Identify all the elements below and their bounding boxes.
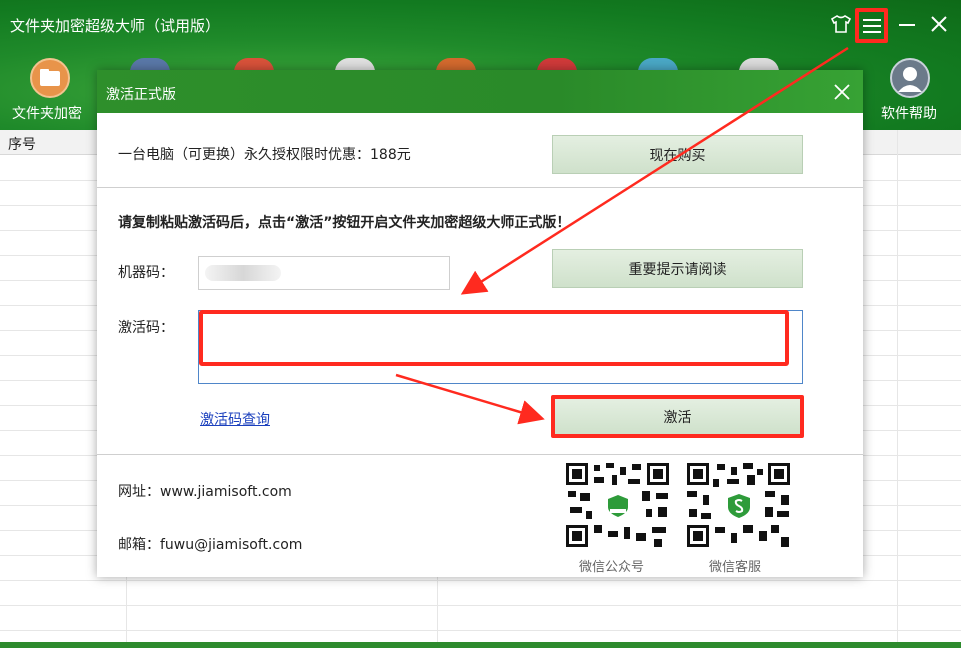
instruction-text: 请复制粘贴激活码后，点击“激活”按钮开启文件夹加密超级大师正式版！ — [118, 215, 571, 231]
machine-code-label: 机器码： — [118, 265, 174, 281]
dialog-title: 激活正式版 — [106, 87, 176, 103]
minimize-icon[interactable] — [892, 9, 922, 39]
close-icon[interactable] — [924, 9, 954, 39]
user-help-icon[interactable] — [890, 58, 930, 98]
activation-dialog: 激活正式版 一台电脑（可更换）永久授权限时优惠：188元 现在购买 请复制粘贴激… — [97, 70, 863, 577]
menu-icon[interactable] — [855, 8, 888, 43]
toolbar-label-help[interactable]: 软件帮助 — [881, 103, 937, 123]
activate-button[interactable]: 激活 — [551, 395, 804, 438]
divider — [97, 454, 863, 455]
table-row-line — [0, 580, 961, 581]
important-notice-button[interactable]: 重要提示请阅读 — [552, 249, 803, 288]
dialog-header: 激活正式版 — [97, 70, 863, 113]
wechat-service-qr-icon — [685, 461, 792, 549]
dialog-close-icon[interactable] — [830, 80, 854, 104]
column-header-seq[interactable]: 序号 — [8, 134, 36, 154]
qr-code-panel: 微信公众号 微信客服 — [554, 458, 804, 577]
qr-left-caption: 微信公众号 — [579, 560, 645, 575]
activation-code-label: 激活码： — [118, 320, 174, 336]
divider — [97, 187, 863, 188]
email-text: 邮箱：fuwu@jiamisoft.com — [118, 537, 303, 553]
wechat-official-qr-icon — [564, 461, 671, 549]
shirt-icon[interactable] — [826, 9, 856, 39]
table-row-line — [0, 630, 961, 631]
activation-code-highlight — [199, 310, 789, 366]
folder-encrypt-icon[interactable] — [30, 58, 70, 98]
status-bar — [0, 642, 961, 648]
table-column-divider — [897, 130, 898, 648]
app-title: 文件夹加密超级大师（试用版） — [10, 17, 221, 35]
license-price-text: 一台电脑（可更换）永久授权限时优惠：188元 — [118, 147, 411, 163]
table-row-line — [0, 605, 961, 606]
activation-code-query-link[interactable]: 激活码查询 — [200, 409, 270, 429]
toolbar-label-folder-encrypt[interactable]: 文件夹加密 — [12, 103, 82, 123]
machine-code-field[interactable] — [198, 256, 450, 290]
blurred-machine-code — [205, 265, 281, 281]
website-text: 网址：www.jiamisoft.com — [118, 484, 292, 500]
qr-right-caption: 微信客服 — [709, 560, 762, 575]
buy-now-button[interactable]: 现在购买 — [552, 135, 803, 174]
